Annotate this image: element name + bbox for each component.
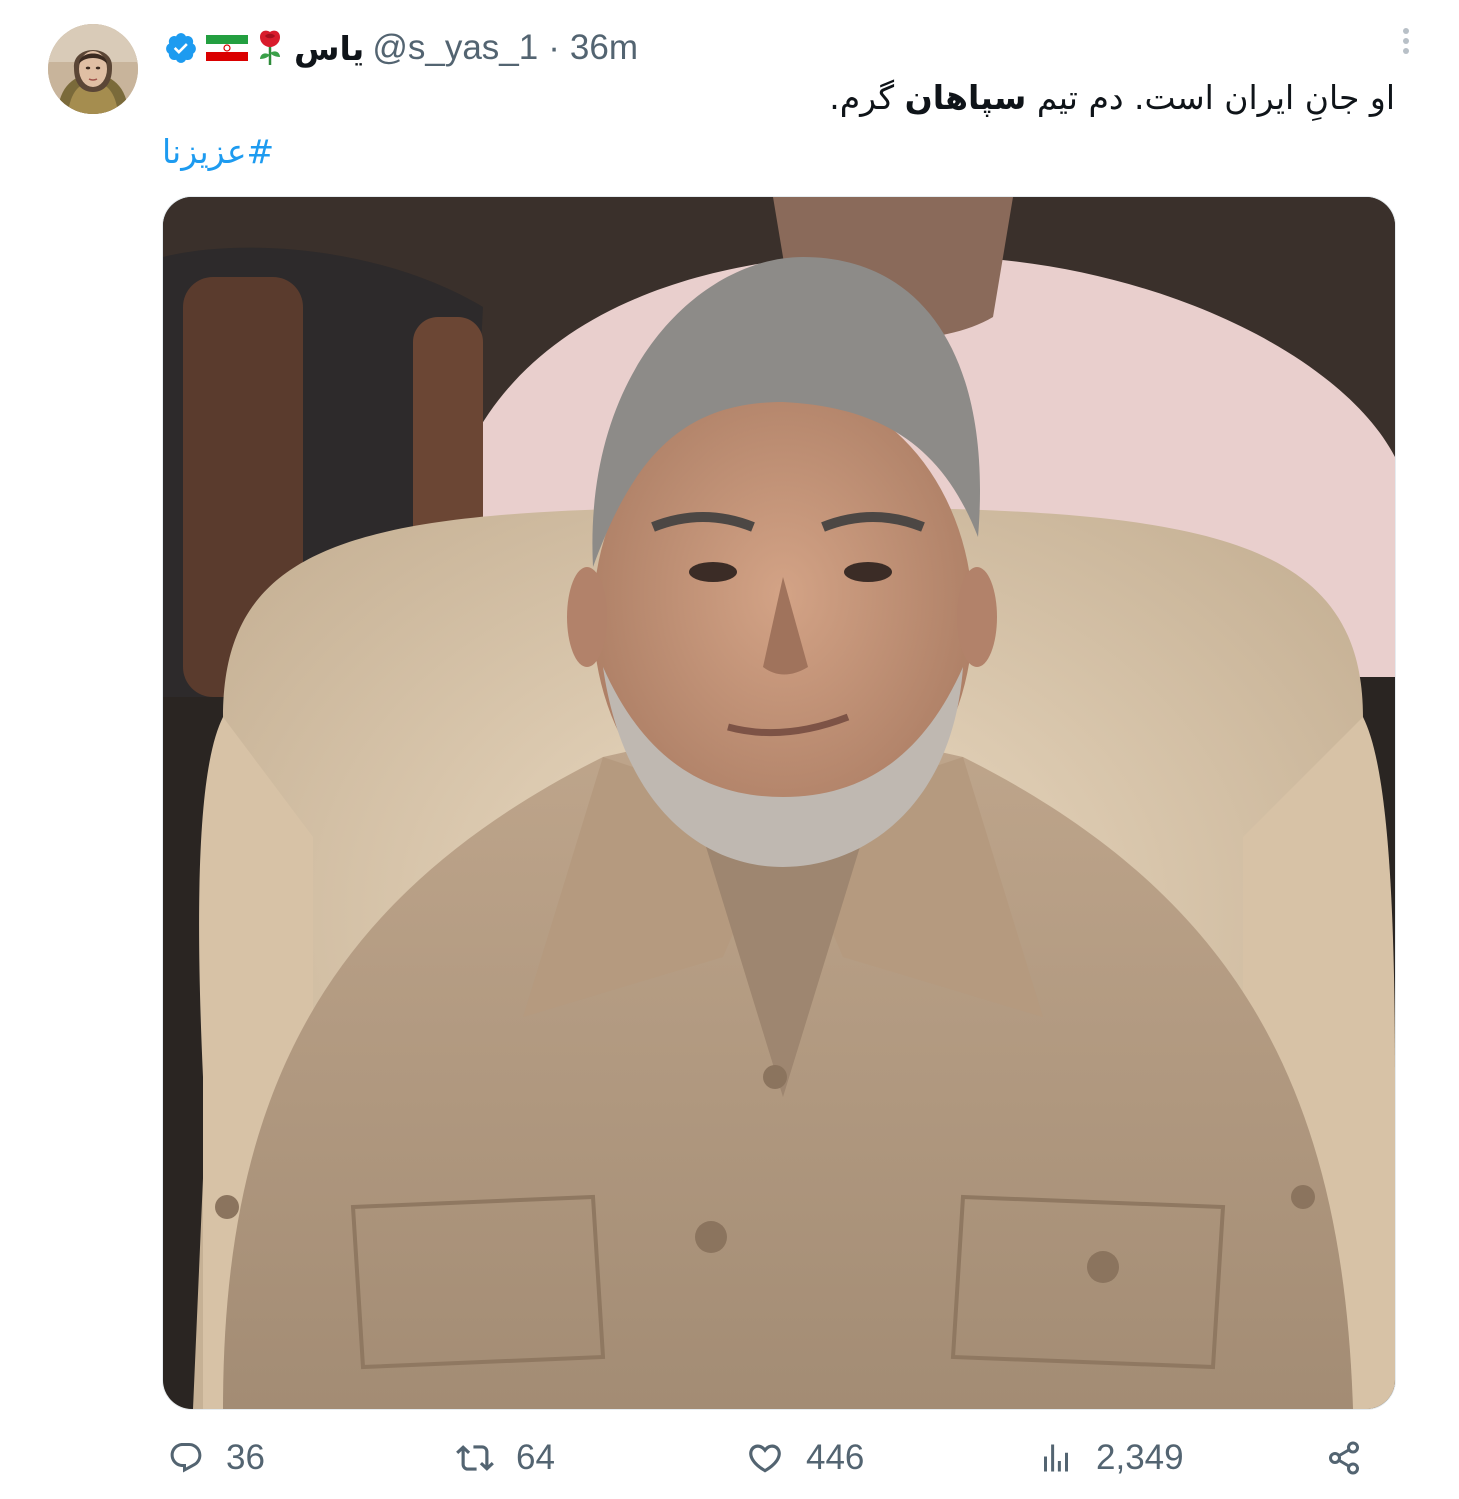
views-count: 2,349 <box>1096 1438 1184 1477</box>
tweet-text-part2: گرم. <box>829 78 905 117</box>
tweet-actions-bar: 36 64 446 2,349 <box>0 1428 1459 1488</box>
views-icon <box>1044 1444 1068 1472</box>
retweet-button[interactable]: 64 <box>456 1428 555 1488</box>
tweet-photo[interactable] <box>162 196 1396 1410</box>
tweet-timestamp[interactable]: 36m <box>570 28 638 68</box>
author-handle[interactable]: @s_yas_1 <box>372 28 538 68</box>
retweet-icon <box>456 1445 494 1471</box>
separator-dot: · <box>548 28 560 67</box>
reply-icon <box>170 1443 202 1473</box>
reply-button[interactable]: 36 <box>168 1428 265 1488</box>
tweet-text-part1: او جانِ ایران است. دم تیم <box>1026 78 1395 117</box>
avatar[interactable] <box>48 24 138 114</box>
tweet-card[interactable]: یاس @s_yas_1 · 36m او جانِ ایران است. دم… <box>0 0 1459 1499</box>
more-options-button[interactable] <box>1394 28 1418 62</box>
author-display-name[interactable]: یاس <box>294 29 364 68</box>
heart-icon <box>749 1444 781 1473</box>
tweet-text-bold: سپاهان <box>904 78 1027 117</box>
retweet-count: 64 <box>516 1438 555 1477</box>
views-button[interactable]: 2,349 <box>1038 1428 1184 1488</box>
reply-count: 36 <box>226 1438 265 1477</box>
iran-flag-icon <box>206 35 248 61</box>
more-icon <box>1403 28 1409 34</box>
share-icon <box>1329 1441 1359 1475</box>
tweet-header: یاس @s_yas_1 · 36m <box>164 26 638 70</box>
share-button[interactable] <box>1326 1428 1362 1488</box>
like-button[interactable]: 446 <box>746 1428 864 1488</box>
tweet-text: او جانِ ایران است. دم تیم سپاهان گرم. <box>495 74 1395 122</box>
verified-badge-icon <box>166 33 196 63</box>
hashtag-link[interactable]: #عزیزنا <box>162 128 274 176</box>
rose-icon <box>260 30 280 65</box>
like-count: 446 <box>806 1438 865 1477</box>
